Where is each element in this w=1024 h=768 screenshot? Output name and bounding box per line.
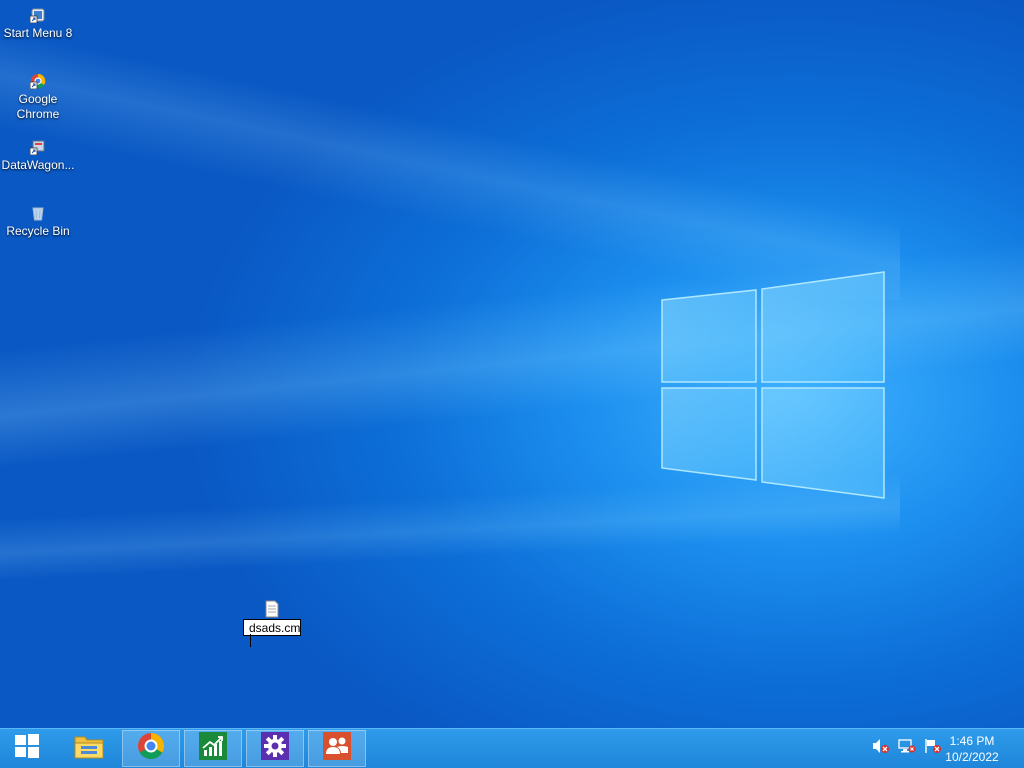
desktop-icon-label: Start Menu 8	[3, 26, 73, 40]
clock-time: 1:46 PM	[949, 734, 995, 748]
volume-muted-icon[interactable]	[872, 738, 890, 759]
chrome-icon	[137, 732, 165, 765]
recycle-bin-icon	[30, 205, 46, 221]
taskbar-settings[interactable]	[246, 730, 304, 767]
taskbar-google-chrome[interactable]	[122, 730, 180, 767]
start-button[interactable]	[0, 730, 54, 767]
people-icon	[323, 732, 351, 765]
start-menu-shortcut-icon	[30, 7, 46, 23]
clock-date: 10/2/2022	[945, 750, 999, 764]
datawagon-shortcut-icon	[30, 139, 46, 155]
rename-input[interactable]: dsads.cm	[243, 619, 301, 647]
light-ray	[0, 40, 900, 300]
action-center-flag-icon[interactable]	[924, 738, 942, 759]
taskbar-file-explorer[interactable]	[60, 730, 118, 767]
taskbar-chart-app[interactable]	[184, 730, 242, 767]
system-tray	[872, 729, 942, 768]
desktop-icon-start-menu-8[interactable]: Start Menu 8	[0, 7, 76, 41]
desktop-icon-recycle-bin[interactable]: Recycle Bin	[0, 205, 76, 239]
desktop-icon-google-chrome[interactable]: Google Chrome	[0, 73, 76, 122]
taskbar: 1:46 PM 10/2/2022	[0, 728, 1024, 768]
rename-input-value: dsads.cm	[249, 621, 301, 635]
chrome-shortcut-icon	[30, 73, 46, 89]
network-error-icon[interactable]	[898, 738, 916, 759]
gear-icon	[261, 732, 289, 765]
taskbar-clock[interactable]: 1:46 PM 10/2/2022	[942, 733, 1002, 765]
windows-logo-wallpaper	[660, 270, 886, 500]
folder-icon	[73, 731, 105, 766]
desktop-icon-label: Recycle Bin	[6, 224, 70, 238]
chart-icon	[199, 732, 227, 765]
desktop-icon-datawagon[interactable]: DataWagon...	[0, 139, 76, 173]
taskbar-people[interactable]	[308, 730, 366, 767]
windows-start-icon	[14, 733, 40, 764]
desktop-icon-label: Google Chrome	[16, 92, 60, 121]
desktop-icon-label: DataWagon...	[1, 158, 75, 172]
text-caret	[250, 634, 251, 647]
text-file-icon[interactable]	[264, 600, 280, 618]
